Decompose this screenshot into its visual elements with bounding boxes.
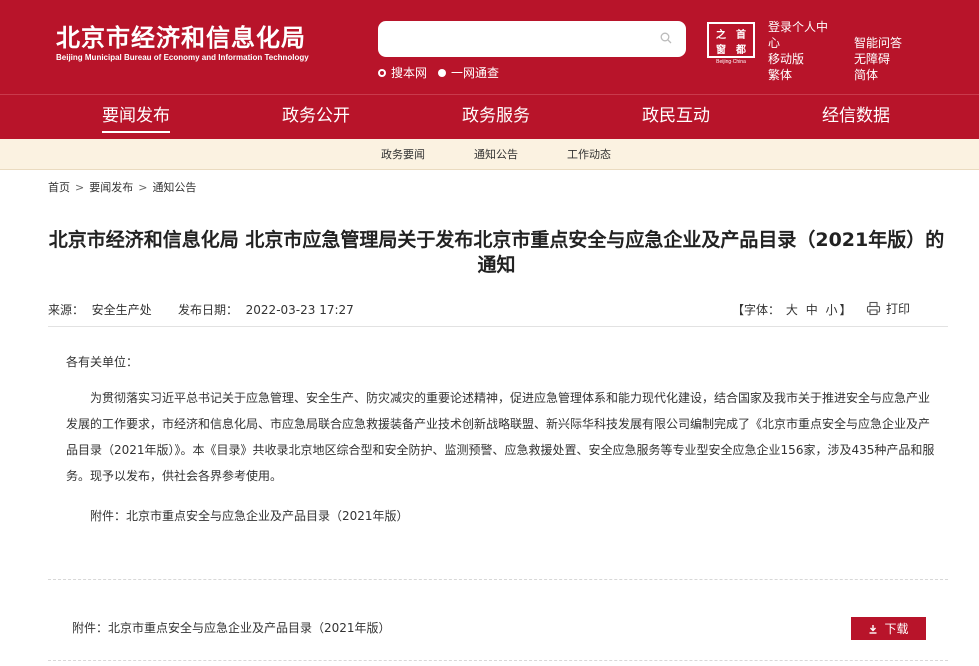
date-label: 发布日期： [178, 303, 239, 317]
seal-char: 窗 [716, 45, 726, 56]
nav-item-data[interactable]: 经信数据 [822, 95, 890, 140]
accessibility-link[interactable]: 无障碍 [854, 50, 890, 67]
download-icon [869, 624, 877, 634]
radio-unselected-icon [438, 68, 446, 77]
main-nav: 要闻发布 政务公开 政务服务 政民互动 经信数据 [0, 94, 979, 139]
site-subtitle: Beijing Municipal Bureau of Economy and … [56, 53, 309, 62]
font-size-control: 【字体： 大 中 小】 [732, 301, 852, 318]
subnav-item-work-updates[interactable]: 工作动态 [567, 139, 611, 170]
mobile-link[interactable]: 移动版 [768, 50, 804, 67]
search-box [378, 21, 686, 57]
scope-site-label: 搜本网 [391, 66, 428, 80]
seal-caption: Beijing·China [716, 59, 746, 65]
font-small-button[interactable]: 小 [826, 303, 838, 317]
nav-item-news[interactable]: 要闻发布 [102, 95, 170, 140]
printer-icon [866, 301, 881, 316]
meta-divider [48, 326, 948, 327]
breadcrumb-notices[interactable]: 通知公告 [152, 181, 196, 194]
source-label: 来源： [48, 303, 85, 317]
search-icon[interactable] [660, 32, 672, 44]
seal-char: 之 [716, 30, 726, 41]
date-value: 2022-03-23 17:27 [245, 303, 354, 317]
nav-item-public-affairs[interactable]: 政务公开 [282, 95, 350, 140]
seal-char: 首 [736, 30, 746, 41]
print-label: 打印 [886, 302, 911, 316]
smart-qa-link[interactable]: 智能问答 [854, 34, 902, 51]
download-button[interactable]: 下载 [851, 617, 926, 640]
capital-window-logo[interactable]: 之 首 窗 都 [707, 22, 755, 58]
seal-char: 都 [736, 45, 746, 56]
font-medium-button[interactable]: 中 [806, 303, 818, 317]
article-date: 发布日期： 2022-03-23 17:27 [178, 301, 354, 318]
article-paragraph: 为贯彻落实习近平总书记关于应急管理、安全生产、防灾减灾的重要论述精神，促进应急管… [66, 391, 935, 483]
nav-item-services[interactable]: 政务服务 [462, 95, 530, 140]
login-link-line2[interactable]: 心 [768, 34, 780, 51]
font-label-close: 】 [839, 303, 852, 317]
login-link[interactable]: 登录个人中 [768, 18, 828, 35]
attachment-divider [48, 660, 948, 661]
sub-nav: 政务要闻 通知公告 工作动态 [0, 139, 979, 170]
nav-item-interaction[interactable]: 政民互动 [642, 95, 710, 140]
simplified-link[interactable]: 简体 [854, 66, 878, 83]
site-header: 北京市经济和信息化局 Beijing Municipal Bureau of E… [0, 0, 979, 94]
source-value: 安全生产处 [91, 303, 152, 317]
article-source: 来源： 安全生产处 [48, 301, 152, 318]
search-input[interactable] [378, 21, 648, 57]
font-label-open: 【字体： [732, 303, 781, 317]
radio-selected-icon [378, 68, 386, 77]
scope-all-label: 一网通查 [451, 66, 500, 80]
print-button[interactable]: 打印 [866, 300, 910, 317]
subnav-item-affairs-news[interactable]: 政务要闻 [381, 139, 425, 170]
download-label: 下载 [884, 622, 909, 636]
breadcrumb-separator: > [138, 181, 148, 194]
breadcrumb: 首页 > 要闻发布 > 通知公告 [48, 179, 196, 195]
article-attachment-note: 附件：北京市重点安全与应急企业及产品目录（2021年版） [90, 509, 409, 523]
content-divider [48, 579, 948, 580]
subnav-item-notices[interactable]: 通知公告 [474, 139, 518, 170]
scope-all-option[interactable]: 一网通查 [438, 64, 499, 81]
article-salutation: 各有关单位： [66, 355, 139, 369]
scope-site-option[interactable]: 搜本网 [378, 64, 427, 81]
font-large-button[interactable]: 大 [786, 303, 798, 317]
article-title: 北京市经济和信息化局 北京市应急管理局关于发布北京市重点安全与应急企业及产品目录… [48, 229, 945, 276]
breadcrumb-news[interactable]: 要闻发布 [89, 181, 133, 194]
traditional-link[interactable]: 繁体 [768, 66, 792, 83]
site-title[interactable]: 北京市经济和信息化局 [56, 18, 306, 53]
breadcrumb-separator: > [75, 181, 85, 194]
attachment-label[interactable]: 附件：北京市重点安全与应急企业及产品目录（2021年版） [72, 619, 391, 636]
breadcrumb-home[interactable]: 首页 [48, 181, 70, 194]
